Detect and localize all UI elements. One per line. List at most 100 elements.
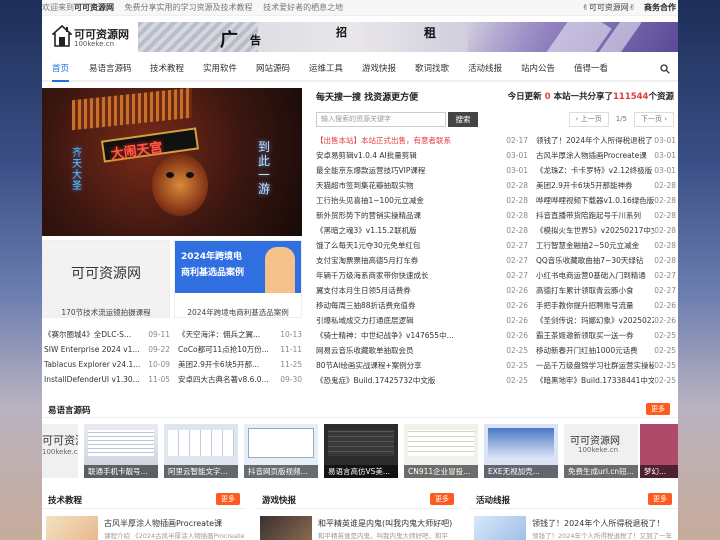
list-item[interactable]: 小红书电商运营0基础入门到精通 02-27 [536, 269, 676, 283]
nav-deals[interactable]: 活动线报 [468, 58, 502, 82]
strip-item[interactable]: CN911企业冒投... [404, 424, 478, 478]
list-item[interactable]: 《龙珠Z：卡卡罗特》v2.12终极版 03-01 [536, 164, 676, 178]
card-right-line1: 2024年跨境电 [181, 252, 243, 262]
search-input[interactable]: 输入搜索的资源关键字 [316, 112, 446, 127]
list-item[interactable]: 安卓四大古典名著v8.6.0... 09-30 [178, 373, 302, 387]
nav-lyrics[interactable]: 歌词找歌 [415, 58, 449, 82]
list-item[interactable]: 饿了么每天1元夺30元免单红包 02-27 [316, 239, 528, 253]
list-item[interactable]: 《圣剑传说：玛娜幻象》v20250225中...02-26 [536, 314, 676, 328]
banner-char-4: 租 [424, 26, 439, 40]
nav-easy-language[interactable]: 易语言源码 [89, 58, 132, 82]
list-item[interactable]: 《赛尔圈城4》全DLC-S... 09-11 [44, 328, 170, 342]
hero-image[interactable]: 大闹天宫 齐天大圣 到此一游 [42, 88, 302, 236]
nav-tutorials[interactable]: 技术教程 [150, 58, 184, 82]
list-item[interactable]: 引爆私域成交力打通底层逻辑 02-26 [316, 314, 528, 328]
strip-item[interactable]: 联通手机卡靓号... [84, 424, 158, 478]
list-item[interactable]: 《骑士精神：中世纪战争》v147655中... 02-26 [316, 329, 528, 343]
more-button[interactable]: 更多 [216, 493, 240, 505]
more-button[interactable]: 更多 [648, 493, 672, 505]
welcome-site-name[interactable]: 可可资源网 [74, 3, 114, 12]
list-item[interactable]: 古风半厚涂人物插画Procreate课 03-01 [536, 149, 676, 163]
list-item[interactable]: 美团2.9开卡6块5开那... 11-25 [178, 358, 302, 372]
list-item[interactable]: 《模拟火车世界5》v20250217中文版 02-28 [536, 224, 676, 238]
business-link[interactable]: 商务合作 [644, 3, 676, 12]
more-button[interactable]: 更多 [430, 493, 454, 505]
easy-language-strip: 可可资源网 100keke.cn 联通手机卡靓号... 阿里云智能文字... 抖… [42, 424, 678, 482]
list-item[interactable]: CoCo都可11点抢10万份... 11-11 [178, 343, 302, 357]
list-item[interactable]: SIW Enterprise 2024 v1... 09-22 [44, 343, 170, 357]
list-item[interactable]: 翼支付本月生日领5月话费券 02-26 [316, 284, 528, 298]
banner-char-2: 告 [250, 34, 263, 47]
game-thumb[interactable] [260, 516, 312, 540]
list-item[interactable]: 《黑暗之魂3》v1.15.2联机版 02-28 [316, 224, 528, 238]
nav-ops-tools[interactable]: 运维工具 [309, 58, 343, 82]
top-bar: 欢迎来到可可资源网 免费分享实用的学习资源及技术教程 技术爱好者的栖息之地 ✌可… [42, 0, 678, 16]
site-logo[interactable]: 可可资源网 100keke.cn [52, 24, 132, 50]
top-site-link[interactable]: ✌可可资源网✌ [582, 3, 635, 12]
list-item[interactable]: 天猫超市签到集花瓣抽取实物 02-28 [316, 179, 528, 193]
nav-web-source[interactable]: 网站源码 [256, 58, 290, 82]
tutorial-thumb[interactable] [46, 516, 98, 540]
tutorial-item-summary: 课程介绍 《2024古风半厚涂人物插画Procreate [104, 532, 245, 540]
next-page-button[interactable]: 下一页 › [633, 112, 674, 127]
list-item[interactable]: 美团2.9开卡6块5开那能神券 02-28 [536, 179, 676, 193]
game-item-title[interactable]: 和平精英谁是内鬼(叫我内鬼大师好吧) [318, 518, 452, 529]
list-item[interactable]: 一品千万级盘锦学习社群运营实操秘要 02-25 [536, 359, 676, 373]
search-button[interactable]: 搜索 [448, 112, 478, 127]
list-item[interactable]: 安卓易剪辑v1.0.4 AI批量剪辑 03-01 [316, 149, 528, 163]
list-item[interactable]: 《天空海洋：佣兵之翼... 10-13 [178, 328, 302, 342]
deal-thumb[interactable] [474, 516, 526, 540]
list-item[interactable]: 抖音直播带货陪跑起号千川系列 02-28 [536, 209, 676, 223]
strip-item[interactable]: 梦幻... [640, 424, 678, 478]
strip-item[interactable]: EXE无视加壳... [484, 424, 558, 478]
top-bar-right: ✌可可资源网✌ 商务合作 [576, 0, 676, 16]
featured-card-left[interactable]: 可可资源网 170节技术流运镜拍摄课程 [42, 240, 170, 318]
card-right-line2: 商利基选品案例 [181, 268, 245, 278]
list-item[interactable]: 新外贸形势下的营销实操精品课 02-28 [316, 209, 528, 223]
list-item[interactable]: 哗哩哗哩视频下载器v1.0.16绿色版 02-28 [536, 194, 676, 208]
list-item[interactable]: 霸王茶姬邀新领取买一送一券 02-25 [536, 329, 676, 343]
list-item[interactable]: 年辆千万级海系商家带你快速成长 02-27 [316, 269, 528, 283]
featured-card-right-image: 2024年跨境电 商利基选品案例 [175, 241, 301, 293]
more-button[interactable]: 更多 [646, 403, 670, 415]
deal-item-title[interactable]: 领钱了！2024年个人所得税退税了！ [532, 518, 664, 529]
total-count: 111544 [612, 92, 649, 102]
list-item[interactable]: 《暗黑地牢》Build.17338441中文版 02-25 [536, 374, 676, 388]
nav-software[interactable]: 实用软件 [203, 58, 237, 82]
list-item[interactable]: Tablacus Explorer v24.1... 10-09 [44, 358, 170, 372]
resource-panel: 每天搜一搜 找资源更方便 今日更新 0 本站一共分享了111544个资源 输入搜… [310, 88, 678, 388]
nav-home[interactable]: 首页 [52, 58, 70, 82]
list-item[interactable]: 领钱了！2024年个人所得税退税了！ 03-01 [536, 134, 676, 148]
strip-item[interactable]: 易语言高仿VS美... [324, 424, 398, 478]
list-item[interactable]: 移动每周三抽88折话费充值券 02-26 [316, 299, 528, 313]
nav-announcements[interactable]: 站内公告 [521, 58, 555, 82]
strip-thumb [488, 428, 554, 458]
list-item[interactable]: 【出售本站】本站正式出售，有意者联系 02-17 [316, 134, 528, 148]
page-indicator: 1/5 [611, 113, 631, 128]
strip-item[interactable]: 可可资源网 100keke.cn [42, 424, 78, 478]
list-item[interactable]: 工行智慧金融抽2~50元立减金 02-28 [536, 239, 676, 253]
search-icon[interactable] [660, 64, 670, 74]
nav-worth-seeing[interactable]: 值得一看 [574, 58, 608, 82]
ad-banner[interactable]: 广 告 招 租 [138, 22, 678, 52]
list-item[interactable]: 支付宝淘票票抽高德5月打车券 02-27 [316, 254, 528, 268]
list-item[interactable]: 《恐鬼症》Build.17425732中文版 02-25 [316, 374, 528, 388]
list-item[interactable]: 网易云音乐收藏歌单抽取会员 02-25 [316, 344, 528, 358]
list-item[interactable]: 移动新春开门红抽1000元话费 02-25 [536, 344, 676, 358]
strip-item[interactable]: 抖音网页版视频... [244, 424, 318, 478]
featured-card-right[interactable]: 2024年跨境电 商利基选品案例 2024年跨境电商利基选品案例 [174, 240, 302, 318]
tutorial-item-title[interactable]: 古风半厚涂人物插画Procreate课 [104, 518, 222, 529]
strip-item[interactable]: 阿里云智能文字... [164, 424, 238, 478]
prev-page-button[interactable]: ‹ 上一页 [568, 112, 609, 127]
nav-game-news[interactable]: 游戏快报 [362, 58, 396, 82]
list-item[interactable]: 高德打车累计领取青云豚小食 02-27 [536, 284, 676, 298]
list-item[interactable]: 手把手教你提升招聘账号流量 02-26 [536, 299, 676, 313]
list-item[interactable]: InstallDefenderUI v1.30... 11-05 [44, 373, 170, 387]
today-count: 0 [544, 92, 551, 102]
list-item[interactable]: 80节AI绘画实战课程+案例分享 02-25 [316, 359, 528, 373]
list-item[interactable]: 最全能京东爆款运营技巧VIP课程 03-01 [316, 164, 528, 178]
list-item[interactable]: 工行抬头见喜抽1~100元立减金 02-28 [316, 194, 528, 208]
list-item[interactable]: QQ音乐收藏歌曲抽7~30天绿钻 02-28 [536, 254, 676, 268]
strip-caption: 免费生成url.cn短... [564, 465, 638, 478]
strip-item[interactable]: 可可资源网 100keke.cn 免费生成url.cn短... [564, 424, 638, 478]
